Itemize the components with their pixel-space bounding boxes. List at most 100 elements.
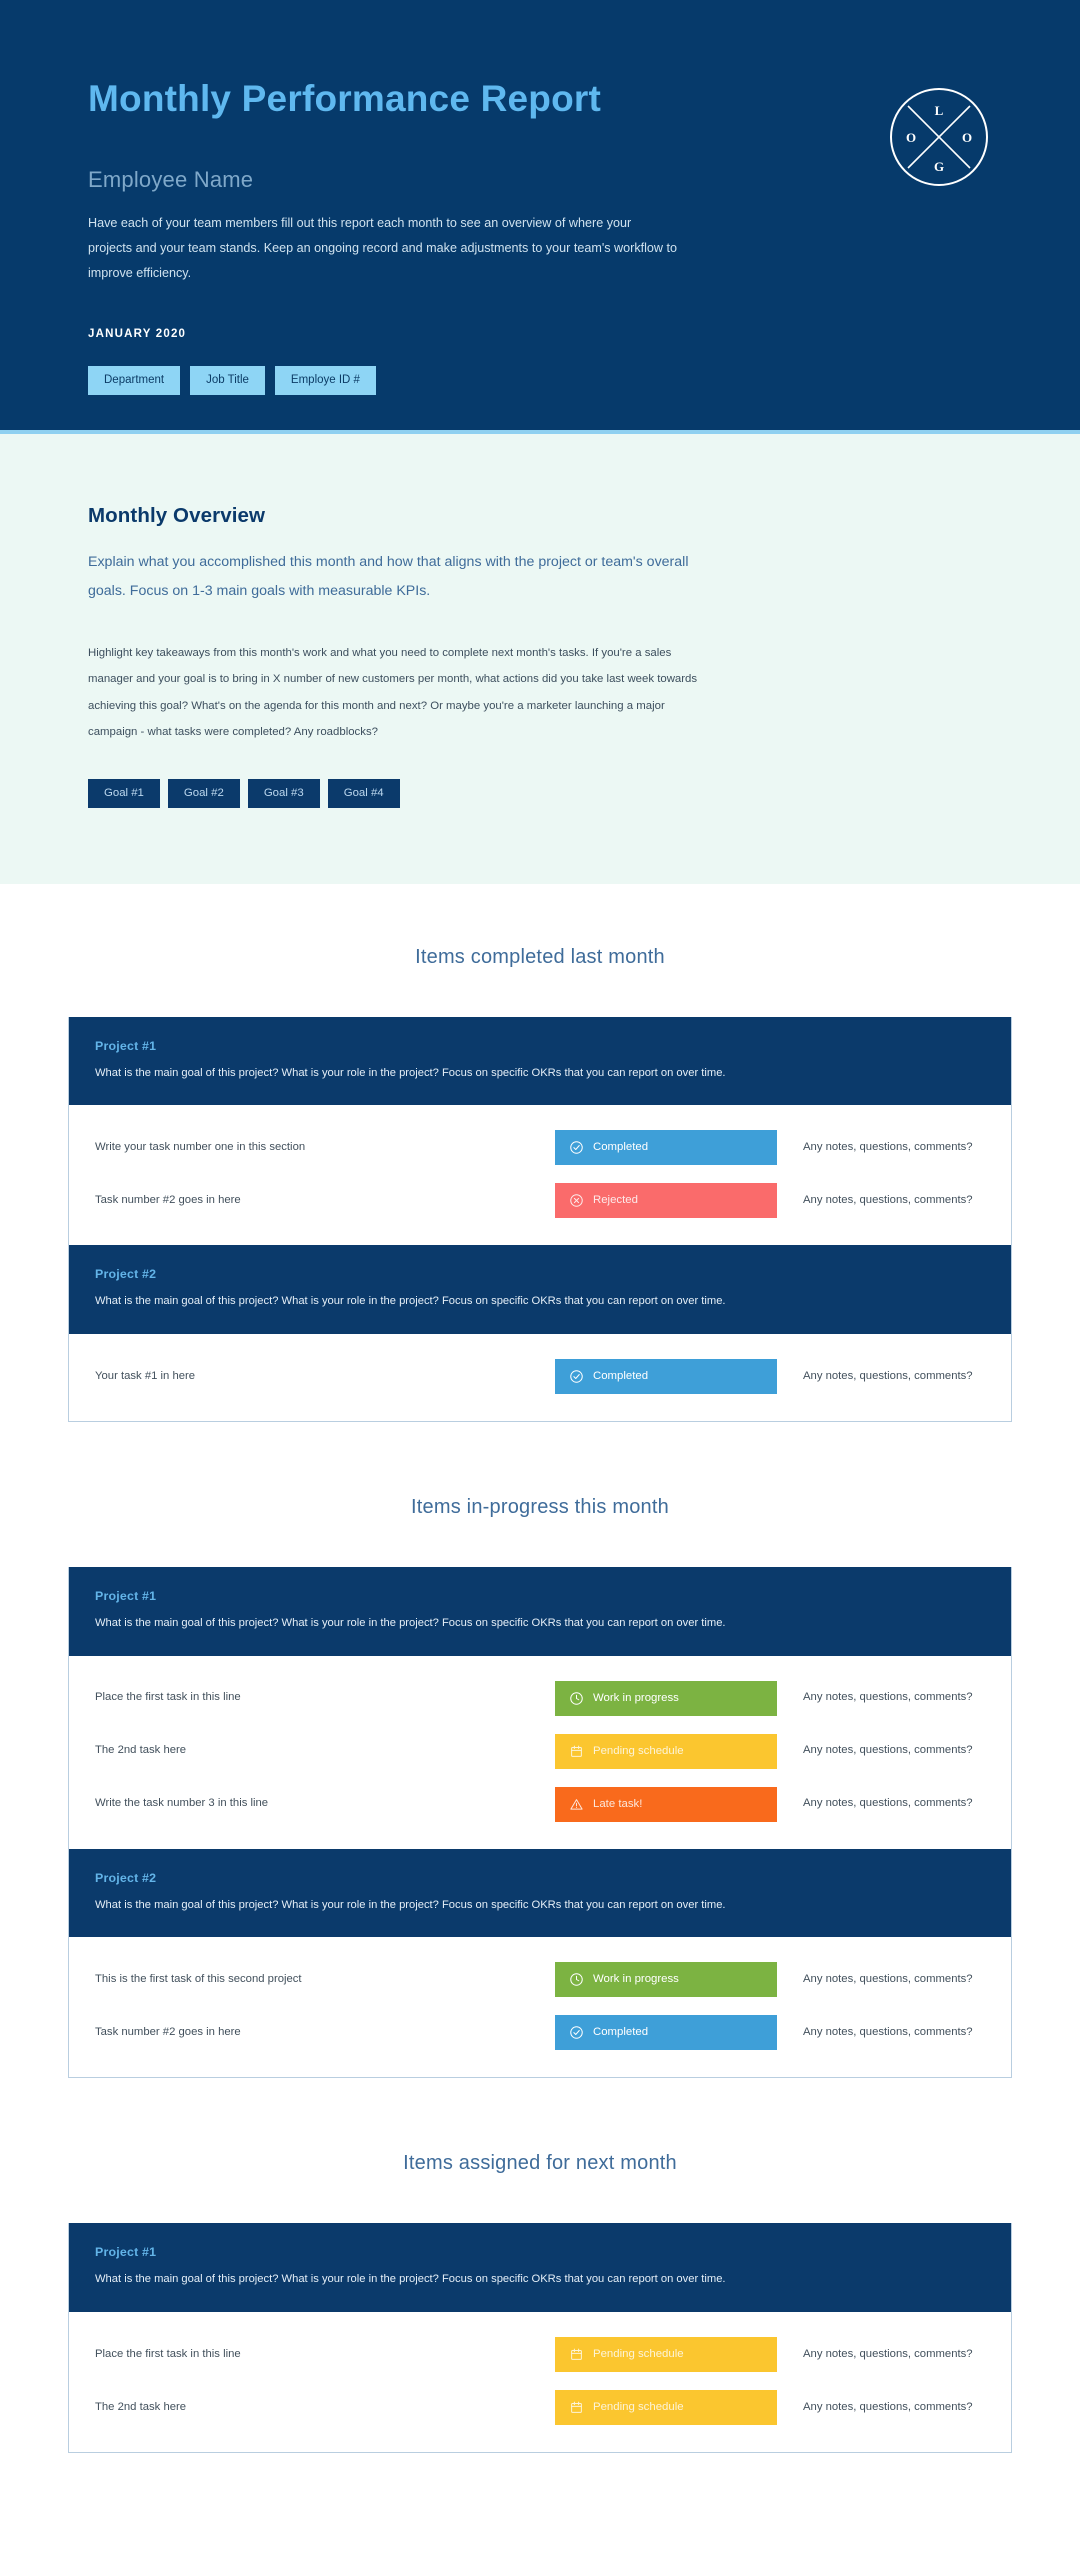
status-label: Pending schedule	[593, 2347, 684, 2360]
task-row: Write your task number one in this secti…	[69, 1121, 1011, 1174]
pill-employee-id[interactable]: Employe ID #	[274, 366, 376, 395]
task-section: Items assigned for next month Project #1 W…	[0, 2090, 1080, 2454]
task-notes[interactable]: Any notes, questions, comments?	[777, 1690, 985, 1706]
clock-icon	[569, 1972, 584, 1987]
goal-button-2[interactable]: Goal #2	[167, 779, 240, 808]
overview-lead-text: Explain what you accomplished this month…	[88, 554, 689, 600]
section-heading: Items assigned for next month	[403, 2152, 677, 2175]
pill-department[interactable]: Department	[88, 366, 181, 395]
check-circle-icon	[569, 1369, 584, 1384]
task-row: This is the first task of this second pr…	[69, 1953, 1011, 2006]
task-row: Place the first task in this line Work in…	[69, 1672, 1011, 1725]
task-sections-root: Items completed last month Project #1 What…	[0, 884, 1080, 2454]
status-badge[interactable]: Rejected	[555, 1183, 777, 1219]
project-description: What is the main goal of this project? W…	[95, 1617, 726, 1630]
project-description: What is the main goal of this project? W…	[95, 2273, 726, 2286]
calendar-icon	[569, 1744, 584, 1759]
task-list: Write your task number one in this secti…	[69, 1105, 1011, 1245]
calendar-icon	[569, 2400, 584, 2415]
task-notes[interactable]: Any notes, questions, comments?	[777, 1743, 985, 1759]
task-section: Items in-progress this month Project #1 Wh…	[0, 1434, 1080, 2079]
task-title[interactable]: Place the first task in this line	[95, 1690, 555, 1706]
task-row: Place the first task in this line Pending…	[69, 2328, 1011, 2381]
project-description: What is the main goal of this project? W…	[95, 1898, 726, 1911]
project-description: What is the main goal of this project? W…	[95, 1295, 726, 1308]
task-row: Write the task number 3 in this line Late…	[69, 1778, 1011, 1831]
task-title[interactable]: Your task #1 in here	[95, 1369, 555, 1385]
task-notes[interactable]: Any notes, questions, comments?	[777, 1140, 985, 1156]
logo-letter-l: L	[935, 103, 944, 118]
task-list: This is the first task of this second pr…	[69, 1937, 1011, 2077]
task-notes[interactable]: Any notes, questions, comments?	[777, 2400, 985, 2416]
task-notes[interactable]: Any notes, questions, comments?	[777, 2347, 985, 2363]
logo-letter-g: G	[934, 159, 944, 174]
task-notes[interactable]: Any notes, questions, comments?	[777, 1796, 985, 1812]
warning-triangle-icon	[569, 1797, 584, 1812]
task-list: Place the first task in this line Work in…	[69, 1656, 1011, 1849]
check-circle-icon	[569, 1140, 584, 1155]
task-notes[interactable]: Any notes, questions, comments?	[777, 1193, 985, 1209]
task-notes[interactable]: Any notes, questions, comments?	[777, 1972, 985, 1988]
task-title[interactable]: Write the task number 3 in this line	[95, 1796, 555, 1812]
task-title[interactable]: The 2nd task here	[95, 1743, 555, 1759]
status-label: Completed	[593, 2026, 649, 2039]
goal-button-row: Goal #1 Goal #2 Goal #3 Goal #4	[88, 779, 992, 808]
employee-name-field[interactable]: Employee Name	[88, 167, 708, 193]
header-text-block: Monthly Performance Report Employee Name…	[88, 78, 708, 395]
pill-job-title[interactable]: Job Title	[190, 366, 265, 395]
report-header: Monthly Performance Report Employee Name…	[0, 0, 1080, 434]
section-heading: Items in-progress this month	[411, 1496, 669, 1519]
task-title[interactable]: This is the first task of this second pr…	[95, 1972, 555, 1988]
project-name[interactable]: Project #2	[95, 1871, 985, 1885]
overview-title: Monthly Overview	[88, 504, 266, 527]
status-label: Completed	[593, 1369, 649, 1382]
header-pill-row: Department Job Title Employe ID #	[88, 366, 708, 395]
goal-button-1[interactable]: Goal #1	[88, 779, 160, 808]
project-header: Project #2 What is the main goal of this …	[69, 1245, 1011, 1335]
task-list: Place the first task in this line Pending…	[69, 2312, 1011, 2452]
status-badge[interactable]: Pending schedule	[555, 1733, 777, 1769]
task-title[interactable]: Write your task number one in this secti…	[95, 1140, 555, 1156]
project-header: Project #1 What is the main goal of this …	[69, 2223, 1011, 2313]
status-label: Work in progress	[593, 1973, 679, 1986]
task-title[interactable]: Task number #2 goes in here	[95, 1193, 555, 1209]
status-badge[interactable]: Late task!	[555, 1786, 777, 1822]
project-name[interactable]: Project #1	[95, 1589, 985, 1603]
project-name[interactable]: Project #1	[95, 1039, 985, 1053]
task-title[interactable]: Task number #2 goes in here	[95, 2025, 555, 2041]
task-title[interactable]: Place the first task in this line	[95, 2347, 555, 2363]
status-label: Late task!	[593, 1797, 643, 1810]
status-label: Work in progress	[593, 1691, 679, 1704]
page-bottom-spacer	[0, 2465, 1080, 2505]
check-circle-icon	[569, 2025, 584, 2040]
status-label: Pending schedule	[593, 1744, 684, 1757]
project-header: Project #2 What is the main goal of this …	[69, 1848, 1011, 1938]
logo-letter-o-left: O	[906, 130, 916, 145]
goal-button-4[interactable]: Goal #4	[327, 779, 400, 808]
project-header: Project #1 What is the main goal of this …	[69, 1567, 1011, 1656]
status-badge[interactable]: Completed	[555, 1359, 777, 1395]
status-badge[interactable]: Pending schedule	[555, 2337, 777, 2373]
task-notes[interactable]: Any notes, questions, comments?	[777, 1369, 985, 1385]
goal-button-3[interactable]: Goal #3	[247, 779, 320, 808]
status-badge[interactable]: Work in progress	[555, 1680, 777, 1716]
task-list: Your task #1 in here Completed Any notes, …	[69, 1334, 1011, 1421]
status-badge[interactable]: Completed	[555, 2015, 777, 2051]
project-card: Project #1 What is the main goal of this …	[68, 1016, 1012, 1423]
status-badge[interactable]: Work in progress	[555, 1962, 777, 1998]
task-title[interactable]: The 2nd task here	[95, 2400, 555, 2416]
task-row: Your task #1 in here Completed Any notes, …	[69, 1350, 1011, 1403]
project-name[interactable]: Project #2	[95, 1267, 985, 1281]
status-badge[interactable]: Pending schedule	[555, 2390, 777, 2426]
task-section: Items completed last month Project #1 What…	[0, 884, 1080, 1423]
report-date: JANUARY 2020	[88, 328, 187, 341]
project-header: Project #1 What is the main goal of this …	[69, 1016, 1011, 1106]
project-card: Project #1 What is the main goal of this …	[68, 2223, 1012, 2454]
task-notes[interactable]: Any notes, questions, comments?	[777, 2025, 985, 2041]
project-description: What is the main goal of this project? W…	[95, 1066, 726, 1079]
overview-body-text: Highlight key takeaways from this month'…	[88, 647, 698, 738]
clock-icon	[569, 1691, 584, 1706]
project-name[interactable]: Project #1	[95, 2245, 985, 2259]
page-title: Monthly Performance Report	[88, 78, 601, 119]
status-badge[interactable]: Completed	[555, 1130, 777, 1166]
